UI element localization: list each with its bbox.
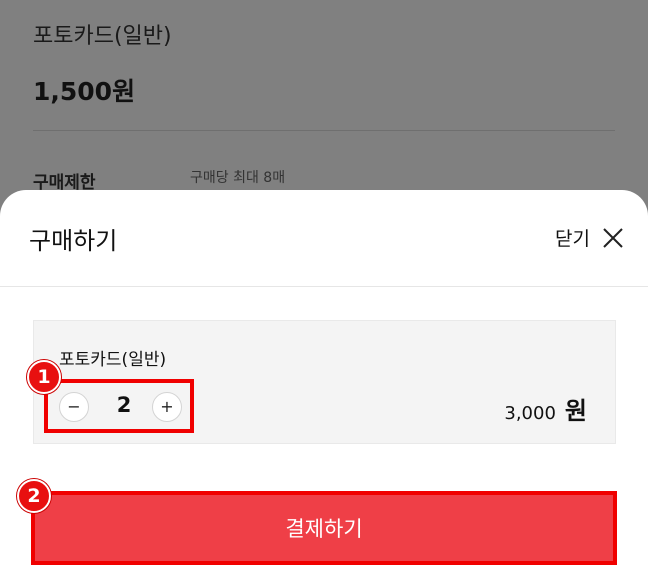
cart-item: 포토카드(일반) − 2 + 3,000 원 (33, 320, 616, 444)
step-badge-1: 1 (27, 360, 61, 394)
increase-quantity-button[interactable]: + (152, 392, 182, 422)
step-badge-2: 2 (17, 479, 51, 513)
pay-button[interactable]: 결제하기 (31, 491, 617, 565)
sheet-header: 구매하기 닫기 (0, 190, 648, 287)
decrease-quantity-button[interactable]: − (59, 392, 89, 422)
quantity-stepper: − 2 + (44, 379, 194, 433)
background-divider (33, 130, 615, 131)
total-currency-unit: 원 (564, 397, 587, 425)
item-name: 포토카드(일반) (59, 350, 167, 370)
purchase-limit-value: 구매당 최대 8매 (190, 170, 286, 186)
total-amount: 3,000 (504, 403, 556, 424)
close-label: 닫기 (555, 228, 590, 250)
quantity-value: 2 (116, 393, 132, 417)
item-total: 3,000 원 (504, 391, 587, 426)
background-product-title: 포토카드(일반) (33, 24, 172, 49)
sheet-title: 구매하기 (29, 227, 118, 255)
purchase-bottom-sheet: 구매하기 닫기 포토카드(일반) − 2 + 3,000 원 결제하기 1 2 (0, 190, 648, 567)
background-product-price: 1,500원 (33, 77, 136, 106)
close-icon (603, 227, 623, 248)
close-button[interactable]: 닫기 (555, 224, 624, 251)
